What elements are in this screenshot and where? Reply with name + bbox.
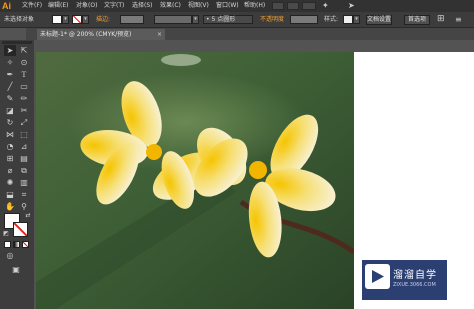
blend-tool-icon[interactable]: ⧉ — [18, 165, 30, 176]
stroke-dropdown[interactable]: ▾ — [82, 15, 89, 24]
artboard-tool-icon[interactable]: ⬓ — [4, 189, 16, 200]
default-colors-icon[interactable]: ◩ — [2, 230, 10, 238]
mesh-tool-icon[interactable]: ⊞ — [4, 153, 16, 164]
opacity-field[interactable] — [290, 15, 318, 24]
none-mode-icon[interactable] — [22, 241, 29, 248]
bridge-button[interactable] — [272, 2, 284, 10]
tools-panel-grip[interactable] — [2, 41, 32, 44]
fill-swatch[interactable] — [52, 15, 62, 24]
screen-mode-icon[interactable]: ▣ — [9, 265, 23, 275]
preferences-button[interactable]: 首选项 — [404, 15, 430, 25]
menu-view[interactable]: 视图(V) — [188, 2, 209, 10]
pencil-tool-icon[interactable]: ✏ — [18, 93, 30, 104]
watermark-logo — [365, 264, 390, 289]
document-tab-bar: 未标题-1* @ 200% (CMYK/预览) × — [26, 28, 474, 40]
close-tab-icon[interactable]: × — [157, 29, 162, 40]
zoom-tool-icon[interactable]: ⚲ — [18, 201, 30, 212]
style-label: 样式: — [324, 16, 339, 23]
menu-effect[interactable]: 效果(C) — [160, 2, 181, 10]
lasso-tool-icon[interactable]: ⊙ — [18, 57, 30, 68]
panel-menu-icon[interactable]: ≡ — [455, 14, 462, 25]
stroke-weight-field[interactable] — [120, 15, 144, 24]
fill-dropdown[interactable]: ▾ — [62, 15, 69, 24]
gradient-tool-icon[interactable]: ▤ — [18, 153, 30, 164]
eraser-tool-icon[interactable]: ◪ — [4, 105, 16, 116]
tools-panel: ➤ ⇱ ✧ ⊙ ✒ T ╱ ▭ ✎ ✏ ◪ ✂ ↻ ⤢ ⋈ ⬚ ◔ ⊿ ⊞ ▤ … — [0, 40, 34, 309]
scale-tool-icon[interactable]: ⤢ — [18, 117, 30, 128]
graphic-style-dropdown[interactable]: ▾ — [353, 15, 360, 24]
color-mode-icon[interactable] — [4, 241, 11, 248]
control-bar: 未选择对象 ▾ ▾ 描边: ▾ • 5 点圆形 不透明度 样式: ▾ 文档设置 … — [0, 12, 474, 28]
swap-colors-icon[interactable]: ⇄ — [24, 212, 32, 220]
brush-definition[interactable]: • 5 点圆形 — [203, 15, 253, 24]
selection-status: 未选择对象 — [4, 16, 35, 23]
document-setup-button[interactable]: 文档设置 — [366, 15, 392, 25]
free-transform-tool-icon[interactable]: ⬚ — [18, 129, 30, 140]
slice-tool-icon[interactable]: ⌗ — [18, 189, 30, 200]
menu-window[interactable]: 窗口(W) — [216, 2, 239, 10]
eyedropper-tool-icon[interactable]: ⌀ — [4, 165, 16, 176]
draw-mode-icon[interactable]: ◎ — [4, 251, 16, 261]
document-tab[interactable]: 未标题-1* @ 200% (CMYK/预览) × — [37, 29, 165, 40]
document-tab-title: 未标题-1* @ 200% (CMYK/预览) — [40, 31, 132, 38]
watermark-title: 溜溜自学 — [393, 270, 437, 281]
symbol-sprayer-tool-icon[interactable]: ✺ — [4, 177, 16, 188]
graphic-style-swatch[interactable] — [343, 15, 353, 24]
selection-tool-icon[interactable]: ➤ — [4, 45, 16, 56]
stroke-swatch[interactable] — [72, 15, 82, 24]
rotate-tool-icon[interactable]: ↻ — [4, 117, 16, 128]
menu-type[interactable]: 文字(T) — [104, 2, 124, 10]
share-icon[interactable]: ✦ — [322, 1, 329, 11]
menu-edit[interactable]: 编辑(E) — [48, 2, 68, 10]
arrange-documents-button[interactable] — [302, 2, 316, 10]
gradient-mode-icon[interactable] — [13, 241, 20, 248]
send-icon[interactable]: ➤ — [348, 1, 355, 11]
variable-width-field[interactable] — [154, 15, 192, 24]
magic-wand-tool-icon[interactable]: ✧ — [4, 57, 16, 68]
stock-button[interactable] — [287, 2, 299, 10]
width-tool-icon[interactable]: ⋈ — [4, 129, 16, 140]
watermark-badge: 溜溜自学 ZIXUE.3066.COM — [362, 260, 447, 300]
rectangle-tool-icon[interactable]: ▭ — [18, 81, 30, 92]
stroke-color-box[interactable] — [13, 222, 28, 237]
app-logo: Ai — [2, 1, 11, 11]
opacity-label[interactable]: 不透明度 — [260, 16, 284, 24]
menu-object[interactable]: 对象(O) — [76, 2, 97, 10]
hand-tool-icon[interactable]: ✋ — [4, 201, 16, 212]
type-tool-icon[interactable]: T — [18, 69, 30, 80]
direct-selection-tool-icon[interactable]: ⇱ — [18, 45, 30, 56]
arrange-icon[interactable]: ⊞ — [437, 14, 445, 25]
stroke-label[interactable]: 描边: — [96, 16, 110, 24]
flower-photo — [36, 52, 354, 309]
perspective-grid-tool-icon[interactable]: ⊿ — [18, 141, 30, 152]
watermark-url: ZIXUE.3066.COM — [393, 282, 436, 288]
canvas-photo[interactable] — [36, 52, 354, 309]
variable-width-dropdown[interactable]: ▾ — [192, 15, 199, 24]
menu-help[interactable]: 帮助(H) — [244, 2, 265, 10]
column-graph-tool-icon[interactable]: ▥ — [18, 177, 30, 188]
brush-dot-icon: • — [206, 16, 210, 23]
shape-builder-tool-icon[interactable]: ◔ — [4, 141, 16, 152]
menu-bar: Ai 文件(F) 编辑(E) 对象(O) 文字(T) 选择(S) 效果(C) 视… — [0, 0, 474, 12]
scissors-tool-icon[interactable]: ✂ — [18, 105, 30, 116]
play-icon — [372, 270, 384, 283]
pen-tool-icon[interactable]: ✒ — [4, 69, 16, 80]
brush-value: 5 点圆形 — [211, 16, 236, 23]
paintbrush-tool-icon[interactable]: ✎ — [4, 93, 16, 104]
menu-select[interactable]: 选择(S) — [132, 2, 153, 10]
menu-file[interactable]: 文件(F) — [22, 2, 42, 10]
line-tool-icon[interactable]: ╱ — [4, 81, 16, 92]
